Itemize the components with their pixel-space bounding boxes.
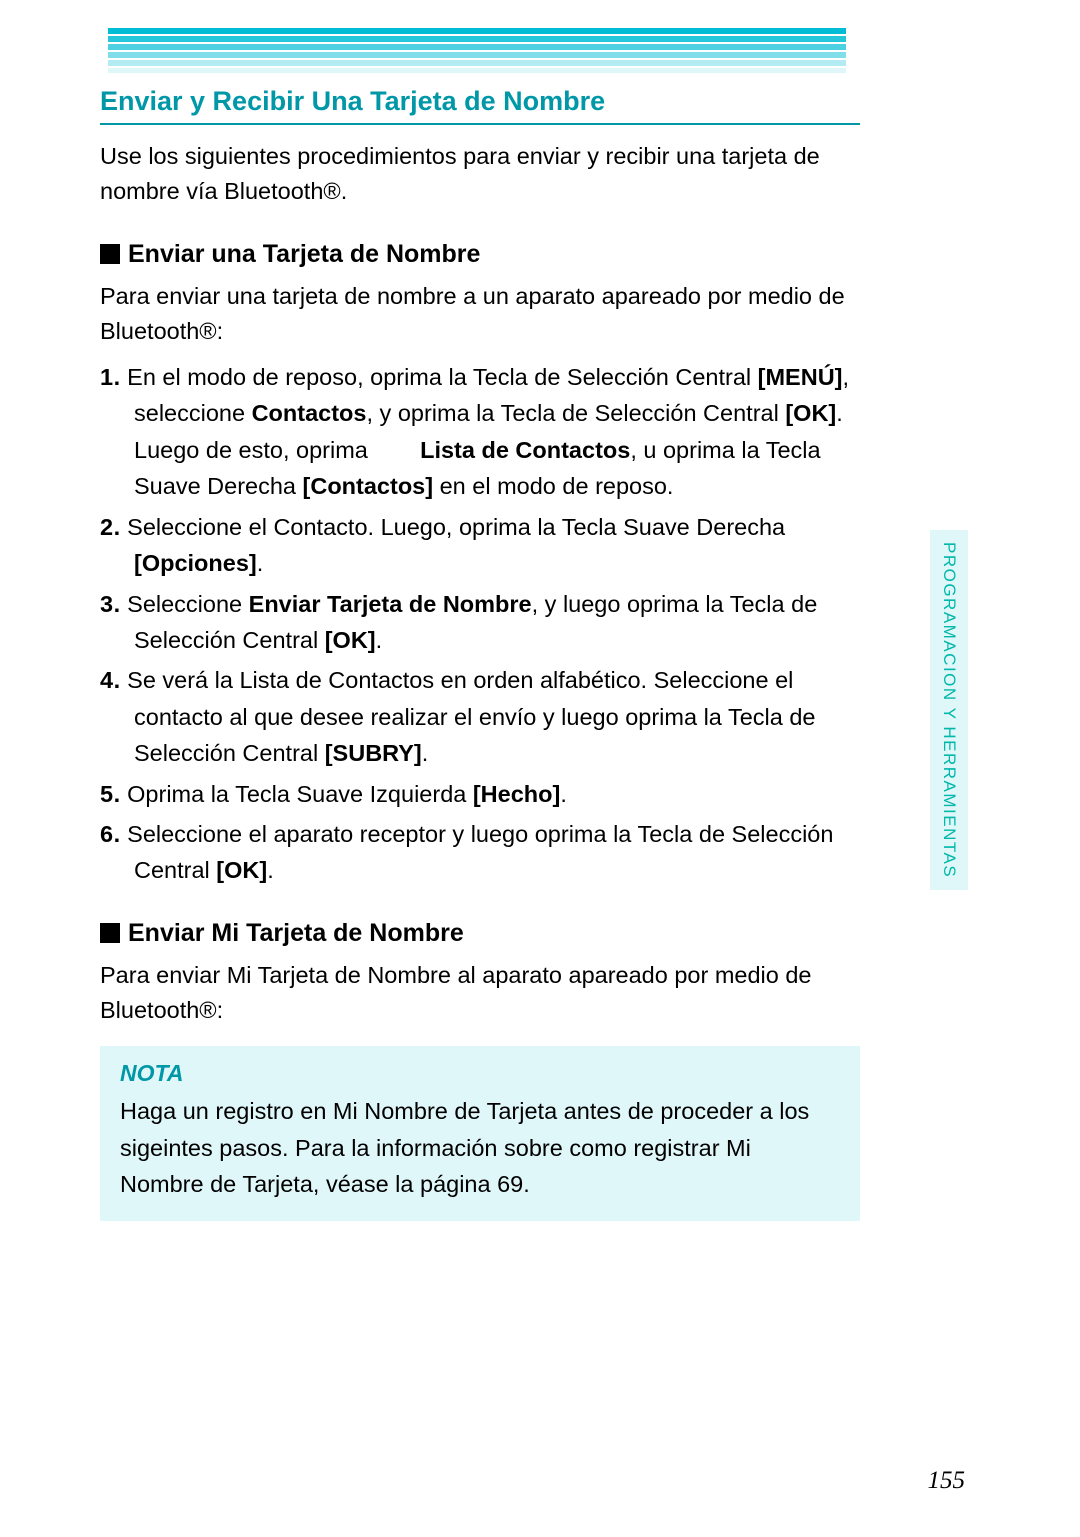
subheading-send-my-card-text: Enviar Mi Tarjeta de Nombre bbox=[128, 919, 464, 947]
square-bullet-icon bbox=[100, 244, 120, 264]
subheading-send-my-card: Enviar Mi Tarjeta de Nombre bbox=[100, 919, 860, 948]
note-box: NOTA Haga un registro en Mi Nombre de Ta… bbox=[100, 1046, 860, 1220]
page-number: 155 bbox=[928, 1467, 966, 1495]
section-title: Enviar y Recibir Una Tarjeta de Nombre bbox=[100, 86, 860, 125]
note-label: NOTA bbox=[120, 1060, 840, 1087]
content-area: Enviar y Recibir Una Tarjeta de Nombre U… bbox=[100, 86, 860, 1221]
subheading-send-card-text: Enviar una Tarjeta de Nombre bbox=[128, 240, 480, 268]
section-intro: Use los siguientes procedimientos para e… bbox=[100, 139, 860, 210]
side-tab: PROGRAMACION Y HERRAMIENTAS bbox=[930, 530, 968, 890]
step-item: 4. Se verá la Lista de Contactos en orde… bbox=[100, 662, 860, 771]
header-decoration bbox=[108, 28, 846, 72]
step-item: 3. Seleccione Enviar Tarjeta de Nombre, … bbox=[100, 586, 860, 659]
step-item: 5. Oprima la Tecla Suave Izquierda [Hech… bbox=[100, 776, 860, 812]
side-tab-label: PROGRAMACION Y HERRAMIENTAS bbox=[939, 542, 959, 878]
step-item: 2. Seleccione el Contacto. Luego, oprima… bbox=[100, 509, 860, 582]
note-text: Haga un registro en Mi Nombre de Tarjeta… bbox=[120, 1093, 840, 1202]
step-item: 1. En el modo de reposo, oprima la Tecla… bbox=[100, 359, 860, 505]
sub1-steps: 1. En el modo de reposo, oprima la Tecla… bbox=[100, 359, 860, 889]
sub2-intro: Para enviar Mi Tarjeta de Nombre al apar… bbox=[100, 958, 860, 1029]
sub1-intro: Para enviar una tarjeta de nombre a un a… bbox=[100, 279, 860, 350]
subheading-send-card: Enviar una Tarjeta de Nombre bbox=[100, 240, 860, 269]
square-bullet-icon bbox=[100, 923, 120, 943]
page: PROGRAMACION Y HERRAMIENTAS Enviar y Rec… bbox=[0, 0, 1080, 1537]
step-item: 6. Seleccione el aparato receptor y lueg… bbox=[100, 816, 860, 889]
